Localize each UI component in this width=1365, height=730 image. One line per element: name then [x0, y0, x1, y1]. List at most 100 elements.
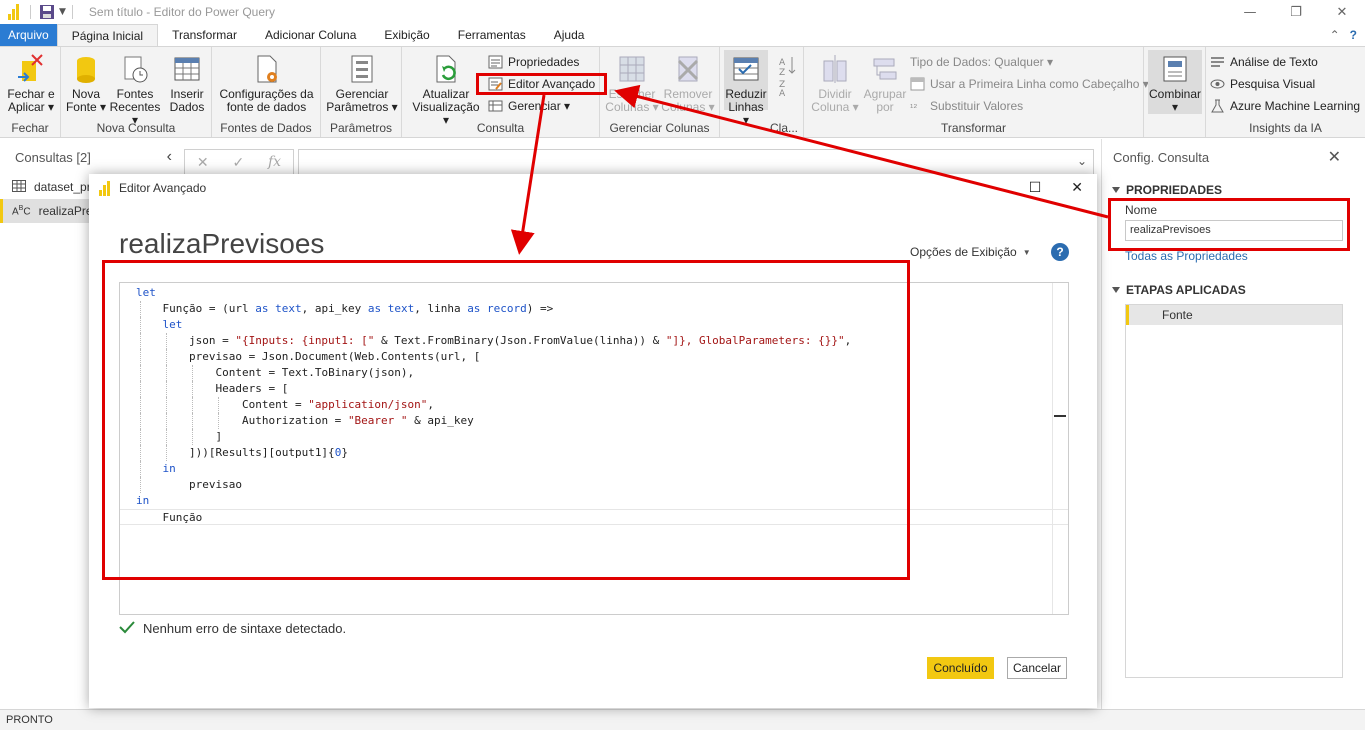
view-options-dropdown[interactable]: Opções de Exibição ▼ — [910, 245, 1031, 259]
azure-ml-button[interactable]: Azure Machine Learning — [1210, 97, 1360, 115]
group-gerenciar-colunas: Escolher Colunas ▾ Remover Colunas ▾ Ger… — [600, 47, 720, 137]
tab-ferramentas[interactable]: Ferramentas — [444, 24, 540, 46]
split-column-button[interactable]: Dividir Coluna ▾ — [810, 53, 860, 114]
code-line-current: Função — [120, 509, 1068, 525]
new-source-button[interactable]: Nova Fonte ▾ — [65, 53, 107, 114]
dialog-title: Editor Avançado — [119, 181, 207, 195]
parameters-icon — [347, 53, 377, 85]
all-properties-link[interactable]: Todas as Propriedades — [1102, 249, 1365, 263]
close-icon[interactable]: ✕ — [1319, 0, 1365, 24]
quick-access-dropdown-icon[interactable]: ▼ — [59, 7, 66, 17]
formula-input[interactable]: ⌄ — [298, 149, 1094, 175]
replace-values-icon: ₁₂ — [910, 99, 918, 110]
sort-button[interactable]: AZZA — [774, 53, 800, 100]
confirm-formula-icon[interactable]: ✓ — [232, 154, 244, 171]
group-parametros: Gerenciar Parâmetros ▾ Parâmetros — [321, 47, 402, 137]
properties-button[interactable]: Propriedades — [488, 53, 579, 71]
recent-sources-icon — [120, 53, 150, 85]
eye-icon — [1210, 77, 1225, 91]
choose-columns-icon — [617, 53, 647, 85]
close-settings-icon[interactable]: ✕ — [1328, 147, 1341, 167]
replace-values-button[interactable]: ₁₂ Substituir Valores — [910, 97, 1023, 115]
code-line: ] — [120, 429, 1068, 445]
close-apply-button[interactable]: Fechar e Aplicar ▾ — [6, 53, 56, 114]
status-text: PRONTO — [6, 714, 53, 726]
power-bi-logo-icon — [8, 4, 22, 20]
query-name-input[interactable]: realizaPrevisoes — [1125, 220, 1343, 241]
use-first-row-as-headers-button[interactable]: Usar a Primeira Linha como Cabeçalho ▾ — [910, 75, 1149, 93]
advanced-editor-dialog: Editor Avançado ☐ ✕ realizaPrevisoes Opç… — [89, 174, 1097, 708]
manage-button[interactable]: Gerenciar ▾ — [488, 97, 570, 115]
code-line: in — [120, 461, 1068, 477]
ribbon: Fechar e Aplicar ▾ Fechar Nova Fonte ▾ F… — [0, 46, 1365, 138]
code-line: Content = Text.ToBinary(json), — [120, 365, 1068, 381]
combine-button[interactable]: Combinar ▾ — [1148, 50, 1202, 114]
choose-columns-button[interactable]: Escolher Colunas ▾ — [604, 53, 660, 114]
refresh-preview-button[interactable]: Atualizar Visualização ▾ — [408, 53, 484, 127]
collapse-triangle-icon[interactable] — [1112, 187, 1120, 193]
cancel-formula-icon[interactable]: ✕ — [197, 154, 209, 171]
group-fontes-de-dados: Configurações da fonte de dados Fontes d… — [212, 47, 321, 137]
done-button[interactable]: Concluído — [927, 657, 994, 679]
reduce-rows-icon — [731, 53, 761, 85]
flask-icon — [1210, 99, 1225, 113]
tab-pagina-inicial[interactable]: Página Inicial — [56, 24, 159, 46]
collapse-ribbon-icon[interactable]: ⌃ — [1330, 28, 1340, 42]
code-editor[interactable]: let Função = (url as text, api_key as te… — [119, 282, 1069, 615]
title-bar: ▼ Sem título - Editor do Power Query — ❐… — [0, 0, 1365, 24]
collapse-pane-icon[interactable]: ‹ — [167, 148, 172, 166]
function-icon[interactable]: fx — [268, 154, 281, 170]
advanced-editor-highlight — [476, 73, 607, 95]
properties-heading: PROPRIEDADES — [1126, 183, 1223, 197]
recent-sources-button[interactable]: Fontes Recentes ▾ — [109, 53, 161, 127]
text-analytics-icon — [1210, 55, 1225, 69]
help-icon[interactable]: ? — [1051, 243, 1069, 261]
svg-text:A: A — [779, 89, 786, 97]
minimize-icon[interactable]: — — [1227, 0, 1273, 24]
combine-icon — [1160, 53, 1190, 85]
maximize-icon[interactable]: ☐ — [1029, 179, 1042, 196]
code-line: Função = (url as text, api_key as text, … — [120, 301, 1068, 317]
tab-exibicao[interactable]: Exibição — [370, 24, 443, 46]
enter-data-button[interactable]: Inserir Dados — [165, 53, 209, 114]
split-column-icon — [820, 53, 850, 85]
text-analytics-button[interactable]: Análise de Texto — [1210, 53, 1318, 71]
manage-parameters-button[interactable]: Gerenciar Parâmetros ▾ — [325, 53, 399, 114]
data-source-settings-icon — [252, 53, 282, 85]
first-row-headers-icon — [910, 77, 925, 91]
collapse-triangle-icon[interactable] — [1112, 287, 1120, 293]
power-bi-logo-icon — [99, 180, 113, 196]
expand-formula-icon[interactable]: ⌄ — [1077, 154, 1087, 168]
cancel-button[interactable]: Cancelar — [1007, 657, 1067, 679]
step-item-fonte[interactable]: Fonte — [1126, 305, 1342, 325]
remove-columns-button[interactable]: Remover Colunas ▾ — [660, 53, 716, 114]
query-settings-pane: Config. Consulta ✕ PROPRIEDADES Nome rea… — [1101, 139, 1365, 709]
formula-bar: ✕ ✓ fx ⌄ — [184, 149, 1094, 175]
ribbon-tabs: Arquivo Página Inicial Transformar Adici… — [0, 24, 1365, 46]
help-icon[interactable]: ? — [1350, 28, 1357, 42]
vision-button[interactable]: Pesquisa Visual — [1210, 75, 1315, 93]
code-line: previsao = Json.Document(Web.Contents(ur… — [120, 349, 1068, 365]
code-line: json = "{Inputs: {input1: [" & Text.From… — [120, 333, 1068, 349]
code-line: previsao — [120, 477, 1068, 493]
chevron-down-icon: ▼ — [1022, 247, 1031, 257]
query-heading: realizaPrevisoes — [119, 228, 325, 259]
code-line: Content = "application/json", — [120, 397, 1068, 413]
table-icon — [172, 53, 202, 85]
data-source-settings-button[interactable]: Configurações da fonte de dados — [216, 53, 317, 114]
group-by-button[interactable]: Agrupar por — [862, 53, 908, 114]
close-icon[interactable]: ✕ — [1071, 179, 1083, 196]
text-type-icon: ABC — [12, 204, 31, 218]
tab-arquivo[interactable]: Arquivo — [0, 24, 57, 46]
close-apply-icon — [16, 53, 46, 85]
code-line: let — [120, 317, 1068, 333]
save-icon[interactable] — [39, 4, 55, 20]
data-type-dropdown[interactable]: Tipo de Dados: Qualquer ▾ — [910, 53, 1053, 71]
tab-transformar[interactable]: Transformar — [158, 24, 251, 46]
tab-adicionar-coluna[interactable]: Adicionar Coluna — [251, 24, 370, 46]
tab-ajuda[interactable]: Ajuda — [540, 24, 599, 46]
query-settings-title: Config. Consulta — [1113, 149, 1210, 165]
restore-icon[interactable]: ❐ — [1273, 0, 1319, 24]
status-bar: PRONTO — [0, 709, 1365, 730]
reduce-rows-button[interactable]: Reduzir Linhas ▾ — [724, 50, 768, 127]
